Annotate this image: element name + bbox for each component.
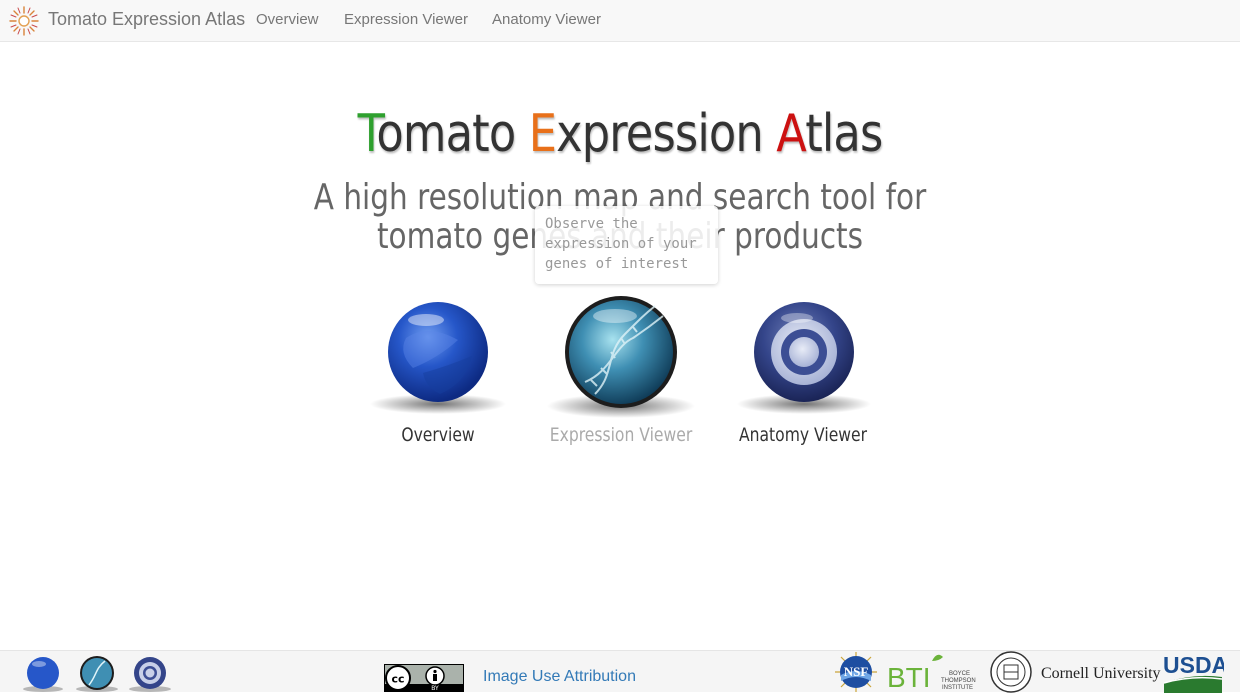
brand-name[interactable]: Tomato Expression Atlas xyxy=(48,9,245,30)
nav-link-anatomy-viewer[interactable]: Anatomy Viewer xyxy=(492,11,601,28)
footer: cc BY Image Use Attribution NSF BTI BOYC… xyxy=(0,650,1240,693)
title-initial-t: T xyxy=(357,104,378,164)
usda-logo-icon[interactable]: USDA xyxy=(1162,651,1224,693)
bti-sub3-text: INSTITUTE xyxy=(942,685,973,691)
footer-expression-viewer-icon[interactable] xyxy=(75,655,119,693)
title-word-expression: xpression xyxy=(556,104,764,164)
title-word-tomato: omato xyxy=(376,104,516,164)
bti-text: BTI xyxy=(887,662,931,693)
expression-viewer-tool-label[interactable]: Expression Viewer xyxy=(539,424,703,446)
image-use-attribution-link[interactable]: Image Use Attribution xyxy=(483,668,636,686)
title-initial-e: E xyxy=(528,104,557,164)
target-sphere-icon xyxy=(737,302,871,414)
cc-by-license-badge-icon[interactable]: cc BY xyxy=(384,664,464,692)
title-word-atlas: tlas xyxy=(805,104,883,164)
svg-text:cc: cc xyxy=(391,673,404,686)
bti-sub2-text: THOMPSON xyxy=(941,678,976,684)
bti-sub1-text: BOYCE xyxy=(949,671,970,677)
nav-link-expression-viewer[interactable]: Expression Viewer xyxy=(344,11,468,28)
blue-sphere-icon xyxy=(370,302,506,414)
tooltip-line-1: Observe the xyxy=(545,216,638,232)
tooltip-line-3: genes of interest xyxy=(545,256,689,272)
page-title: Tomato Expression Atlas xyxy=(87,104,1153,164)
tooltip-line-2: expression of your xyxy=(545,236,697,252)
expression-viewer-tool-button[interactable] xyxy=(545,294,697,422)
anatomy-viewer-tool-label[interactable]: Anatomy Viewer xyxy=(721,424,885,446)
tomato-atlas-logo-icon[interactable] xyxy=(8,5,40,37)
cornell-seal-icon[interactable] xyxy=(989,651,1033,693)
nsf-text: NSF xyxy=(844,664,869,679)
dna-sphere-icon xyxy=(547,296,695,418)
top-navbar: Tomato Expression Atlas Overview Express… xyxy=(0,0,1240,42)
title-initial-a: A xyxy=(776,104,806,164)
nav-link-overview[interactable]: Overview xyxy=(256,11,319,28)
anatomy-viewer-tool-button[interactable] xyxy=(735,298,873,420)
nsf-logo-icon[interactable]: NSF xyxy=(832,651,880,693)
cc-by-text: BY xyxy=(431,685,439,692)
usda-text: USDA xyxy=(1163,652,1224,678)
bti-logo-icon[interactable]: BTI BOYCE THOMPSON INSTITUTE xyxy=(887,651,983,693)
overview-tool-button[interactable] xyxy=(368,298,508,420)
expression-viewer-tooltip: Observe the expression of your genes of … xyxy=(535,206,718,284)
footer-anatomy-viewer-icon[interactable] xyxy=(128,655,172,693)
overview-tool-label[interactable]: Overview xyxy=(356,424,520,446)
cornell-university-text[interactable]: Cornell University xyxy=(1041,665,1161,683)
footer-overview-icon[interactable] xyxy=(22,655,64,693)
